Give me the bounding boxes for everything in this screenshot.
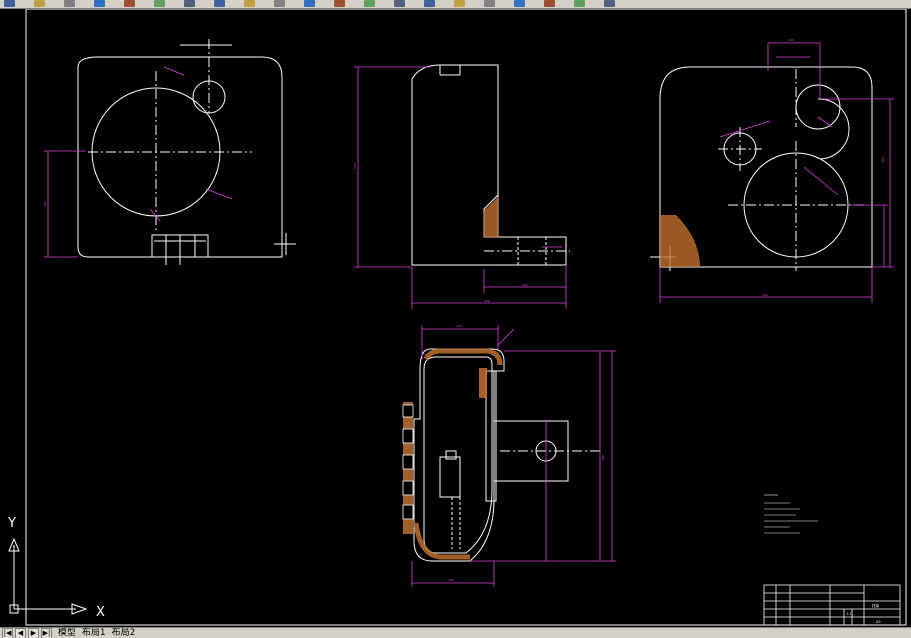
paste-icon[interactable] <box>214 0 225 7</box>
save-icon[interactable] <box>34 0 45 7</box>
layout-tab-bar: |◀ ◀ ▶ ▶| 模型 布局1 布局2 <box>0 627 911 638</box>
svg-text:170: 170 <box>456 324 462 328</box>
front-view <box>77 39 296 265</box>
svg-text:380: 380 <box>601 455 605 461</box>
technical-notes <box>764 494 818 534</box>
section-view <box>413 348 600 562</box>
open-icon[interactable] <box>4 0 15 7</box>
zoom-window-icon[interactable] <box>394 0 405 7</box>
preview-icon[interactable] <box>94 0 105 7</box>
section-view-dims <box>411 325 616 587</box>
svg-text:190: 190 <box>448 578 454 582</box>
calculator-icon[interactable] <box>544 0 555 7</box>
layer-manager-icon[interactable] <box>574 0 585 7</box>
print-icon[interactable] <box>64 0 75 7</box>
side-view-dims <box>354 66 567 309</box>
side-view-section <box>483 196 499 238</box>
svg-text:620: 620 <box>353 163 357 169</box>
top-view-section <box>660 215 700 267</box>
svg-text:200: 200 <box>43 201 47 207</box>
model-space-drawing: 200 470 240 620 420 100 380 170 190 380 … <box>7 9 907 626</box>
cut-icon[interactable] <box>154 0 165 7</box>
drawing-canvas[interactable]: 200 470 240 620 420 100 380 170 190 380 … <box>0 9 911 627</box>
color-icon[interactable] <box>604 0 615 7</box>
copy-icon[interactable] <box>184 0 195 7</box>
ucs-y-label: Y <box>7 516 16 531</box>
standard-toolbar <box>0 0 911 9</box>
ucs-icon <box>8 537 88 615</box>
design-center-icon[interactable] <box>484 0 495 7</box>
svg-text:470: 470 <box>484 299 490 303</box>
drawing-frame <box>25 9 907 626</box>
zoom-previous-icon[interactable] <box>424 0 435 7</box>
match-properties-icon[interactable] <box>244 0 255 7</box>
front-view-dims <box>44 66 233 258</box>
svg-text:380: 380 <box>881 157 885 163</box>
undo-icon[interactable] <box>274 0 285 7</box>
pan-icon[interactable] <box>334 0 345 7</box>
properties-icon[interactable] <box>454 0 465 7</box>
svg-text:420: 420 <box>762 293 768 297</box>
title-block-sheet: A3 <box>876 620 881 624</box>
title-block-title: 托架 <box>872 603 880 608</box>
title-block <box>763 584 901 626</box>
zoom-realtime-icon[interactable] <box>364 0 375 7</box>
svg-text:100: 100 <box>788 38 794 42</box>
publish-icon[interactable] <box>124 0 135 7</box>
svg-text:240: 240 <box>522 283 528 287</box>
redo-icon[interactable] <box>304 0 315 7</box>
title-block-scale: 1:1 <box>846 612 852 616</box>
tool-palettes-icon[interactable] <box>514 0 525 7</box>
ucs-x-label: X <box>96 605 105 620</box>
